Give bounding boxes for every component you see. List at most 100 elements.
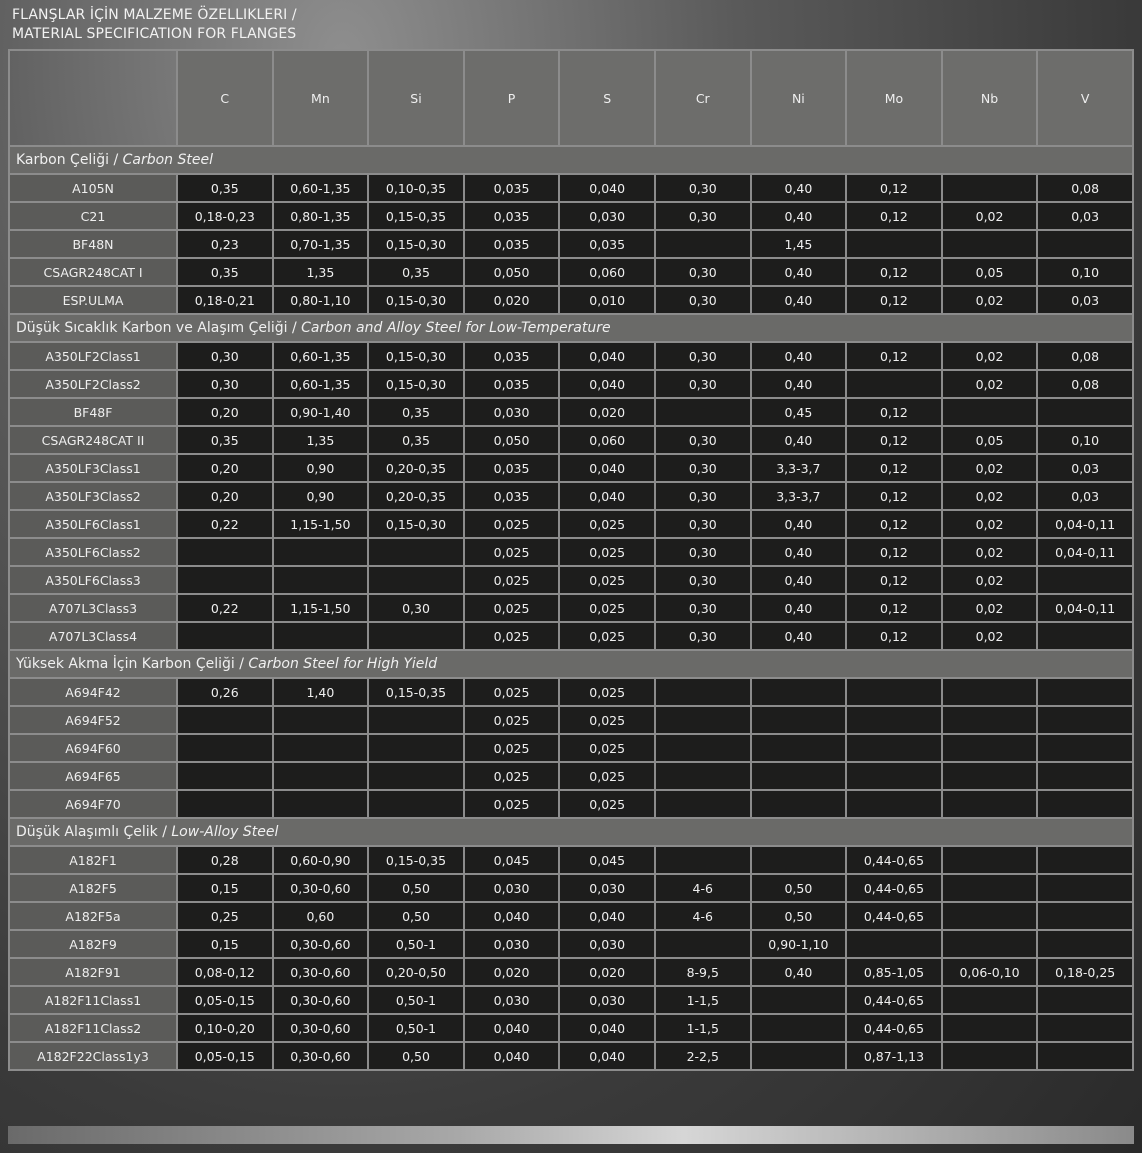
- grade-cell: A694F65: [8, 761, 178, 791]
- value-cell-cr: [653, 397, 752, 427]
- value-cell-si: 0,15-0,35: [367, 201, 465, 231]
- value-cell-cr: 0,30: [653, 285, 752, 315]
- value-cell-si: 0,35: [367, 425, 465, 455]
- column-header-p: P: [462, 49, 561, 147]
- table-row: A694F70 0,025 0,025: [8, 789, 1134, 819]
- value-cell-v: 0,10: [1036, 257, 1134, 287]
- table-row: ESP.ULMA 0,18-0,21 0,80-1,10 0,15-0,30 0,020…: [8, 285, 1134, 315]
- value-cell-nb: 0,05: [940, 257, 1039, 287]
- section-header-row: Düşük Sıcaklık Karbon ve Alaşım Çeliği /…: [8, 313, 1134, 343]
- grade-cell: A694F52: [8, 705, 178, 735]
- value-cell-cr: [653, 845, 752, 875]
- value-cell-s: 0,030: [558, 929, 656, 959]
- value-cell-p: 0,040: [462, 1041, 561, 1071]
- table-row: A182F1 0,28 0,60-0,90 0,15-0,35 0,045 0,045 0,…: [8, 845, 1134, 875]
- value-cell-p: 0,030: [462, 873, 561, 903]
- value-cell-si: [367, 733, 465, 763]
- value-cell-v: 0,03: [1036, 201, 1134, 231]
- value-cell-ni: 0,90-1,10: [749, 929, 848, 959]
- section-title-turkish: Yüksek Akma İçin Karbon Çeliği /: [16, 656, 249, 672]
- value-cell-c: [176, 705, 274, 735]
- value-cell-ni: 0,40: [749, 957, 848, 987]
- table-row: BF48F 0,20 0,90-1,40 0,35 0,030 0,020 0,45 0,12: [8, 397, 1134, 427]
- value-cell-ni: [749, 845, 848, 875]
- value-cell-ni: 0,40: [749, 509, 848, 539]
- table-row: C21 0,18-0,23 0,80-1,35 0,15-0,35 0,035 0,030…: [8, 201, 1134, 231]
- value-cell-mn: 0,90: [271, 453, 370, 483]
- value-cell-ni: 0,40: [749, 173, 848, 203]
- value-cell-c: [176, 621, 274, 651]
- value-cell-mo: [845, 929, 943, 959]
- value-cell-si: [367, 565, 465, 595]
- value-cell-mo: 0,44-0,65: [845, 901, 943, 931]
- value-cell-cr: 0,30: [653, 621, 752, 651]
- value-cell-mo: 0,12: [845, 621, 943, 651]
- value-cell-c: 0,18-0,21: [176, 285, 274, 315]
- value-cell-v: [1036, 397, 1134, 427]
- value-cell-cr: [653, 761, 752, 791]
- header-row: C Mn Si P S Cr Ni Mo Nb V: [8, 49, 1134, 147]
- value-cell-mo: 0,12: [845, 257, 943, 287]
- value-cell-v: [1036, 789, 1134, 819]
- value-cell-s: 0,060: [558, 425, 656, 455]
- value-cell-nb: [940, 173, 1039, 203]
- value-cell-mo: 0,12: [845, 397, 943, 427]
- value-cell-nb: [940, 789, 1039, 819]
- value-cell-mo: 0,44-0,65: [845, 873, 943, 903]
- grade-cell: A350LF2Class1: [8, 341, 178, 371]
- value-cell-mn: 0,70-1,35: [271, 229, 370, 259]
- value-cell-c: 0,10-0,20: [176, 1013, 274, 1043]
- value-cell-c: 0,05-0,15: [176, 1041, 274, 1071]
- section-title: Yüksek Akma İçin Karbon Çeliği / Carbon …: [8, 649, 1134, 679]
- value-cell-v: 0,04-0,11: [1036, 593, 1134, 623]
- value-cell-mn: 0,90: [271, 481, 370, 511]
- value-cell-c: 0,15: [176, 873, 274, 903]
- value-cell-c: 0,18-0,23: [176, 201, 274, 231]
- value-cell-cr: [653, 705, 752, 735]
- value-cell-s: 0,030: [558, 985, 656, 1015]
- value-cell-nb: 0,02: [940, 201, 1039, 231]
- value-cell-mo: 0,12: [845, 341, 943, 371]
- value-cell-cr: 8-9,5: [653, 957, 752, 987]
- material-spec-table: C Mn Si P S Cr Ni Mo Nb V Karbon Çeliği …: [8, 49, 1134, 1071]
- value-cell-cr: [653, 677, 752, 707]
- value-cell-s: 0,030: [558, 873, 656, 903]
- value-cell-si: 0,50-1: [367, 929, 465, 959]
- value-cell-si: [367, 705, 465, 735]
- value-cell-ni: 0,50: [749, 901, 848, 931]
- value-cell-mn: [271, 565, 370, 595]
- value-cell-c: 0,08-0,12: [176, 957, 274, 987]
- value-cell-si: 0,35: [367, 397, 465, 427]
- value-cell-s: 0,040: [558, 369, 656, 399]
- table-row: A694F52 0,025 0,025: [8, 705, 1134, 735]
- grade-cell: A350LF6Class2: [8, 537, 178, 567]
- value-cell-nb: [940, 397, 1039, 427]
- value-cell-si: 0,50-1: [367, 1013, 465, 1043]
- table-row: A182F11Class2 0,10-0,20 0,30-0,60 0,50-1 0,0…: [8, 1013, 1134, 1043]
- value-cell-c: 0,22: [176, 509, 274, 539]
- value-cell-cr: [653, 929, 752, 959]
- table-row: A694F65 0,025 0,025: [8, 761, 1134, 791]
- section-header-row: Yüksek Akma İçin Karbon Çeliği / Carbon …: [8, 649, 1134, 679]
- value-cell-nb: 0,02: [940, 285, 1039, 315]
- grade-cell: CSAGR248CAT II: [8, 425, 178, 455]
- value-cell-p: 0,035: [462, 369, 561, 399]
- grade-cell: BF48N: [8, 229, 178, 259]
- value-cell-ni: [749, 705, 848, 735]
- value-cell-p: 0,035: [462, 201, 561, 231]
- value-cell-nb: 0,02: [940, 453, 1039, 483]
- value-cell-ni: 0,40: [749, 425, 848, 455]
- value-cell-p: 0,035: [462, 481, 561, 511]
- value-cell-s: 0,040: [558, 481, 656, 511]
- value-cell-s: 0,035: [558, 229, 656, 259]
- value-cell-mn: 1,40: [271, 677, 370, 707]
- value-cell-mn: 0,30-0,60: [271, 929, 370, 959]
- value-cell-mn: 0,30-0,60: [271, 1013, 370, 1043]
- grade-cell: BF48F: [8, 397, 178, 427]
- value-cell-s: 0,040: [558, 1041, 656, 1071]
- value-cell-nb: 0,02: [940, 509, 1039, 539]
- value-cell-p: 0,025: [462, 509, 561, 539]
- value-cell-cr: 0,30: [653, 425, 752, 455]
- value-cell-p: 0,040: [462, 901, 561, 931]
- table-row: A105N 0,35 0,60-1,35 0,10-0,35 0,035 0,040 0,3…: [8, 173, 1134, 203]
